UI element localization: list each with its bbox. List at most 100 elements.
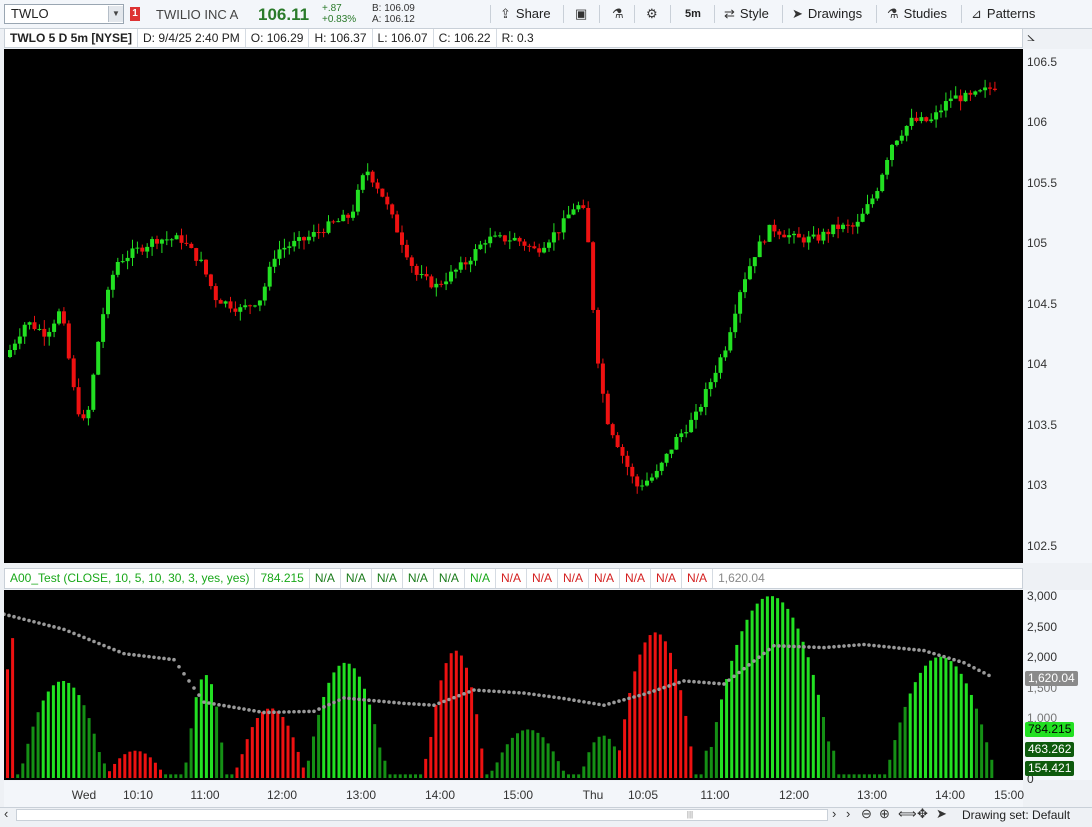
histogram-bar: [189, 728, 193, 778]
lab-button[interactable]: ⚗: [612, 0, 624, 28]
avg-dot: [242, 707, 246, 711]
share-button[interactable]: ⇪ Share: [500, 0, 551, 28]
avg-dot: [617, 699, 621, 703]
candle-body: [630, 466, 635, 477]
histogram-bar: [714, 722, 718, 778]
chart-symbol[interactable]: TWLO 5 D 5m [NYSE]: [5, 29, 139, 47]
time-tick: 10:05: [627, 788, 659, 802]
candle-body: [522, 241, 527, 246]
candle-body: [973, 91, 978, 95]
scroll-end-icon[interactable]: ›: [846, 806, 850, 821]
histogram-bar: [424, 758, 428, 778]
histogram-bar: [194, 697, 198, 778]
alert-badge[interactable]: 1: [130, 7, 140, 21]
mid-value-bubble: 463.262: [1025, 742, 1075, 757]
zoom-in-icon[interactable]: ⊕: [879, 806, 890, 822]
histogram-bar: [628, 692, 632, 778]
candle-body: [801, 237, 806, 243]
histogram-bar: [276, 711, 280, 778]
avg-dot: [902, 646, 906, 651]
histogram-bar: [291, 737, 295, 778]
histogram-bar: [954, 666, 958, 778]
share-label: Share: [515, 6, 551, 21]
histogram-bar: [862, 774, 866, 778]
histogram-bar: [918, 672, 922, 778]
histogram-bar: [556, 761, 560, 778]
avg-dot: [682, 679, 686, 683]
time-axis[interactable]: Wed 10:10 11:00 12:00 13:00 14:00 15:00 …: [4, 781, 1024, 807]
zoom-out-icon[interactable]: ⊖: [861, 806, 872, 822]
time-scrollbar[interactable]: [16, 809, 828, 821]
avg-dot: [297, 709, 301, 714]
settings-button[interactable]: ⚙: [646, 0, 658, 28]
candle-body: [517, 237, 522, 242]
scroll-left-icon[interactable]: ‹: [4, 806, 8, 821]
histogram-bar: [271, 708, 275, 778]
avg-dot: [157, 656, 161, 660]
symbol-input[interactable]: TWLO: [4, 4, 124, 24]
avg-dot: [457, 693, 461, 698]
pan-icon[interactable]: ✥: [917, 806, 928, 822]
avg-dot: [47, 623, 51, 628]
drawing-set-label[interactable]: Drawing set: Default: [962, 808, 1070, 822]
avg-dot: [892, 645, 896, 650]
avg-dot: [492, 689, 496, 694]
candle-body: [561, 218, 566, 233]
candle-body: [326, 221, 331, 233]
candle-body: [208, 274, 213, 287]
fit-icon[interactable]: ⟺: [898, 806, 917, 822]
candle-body: [336, 221, 341, 223]
candle-body: [463, 262, 468, 265]
scroll-thumb[interactable]: |||: [680, 811, 700, 819]
histogram-bar: [827, 741, 831, 778]
style-button[interactable]: ⇄ Style: [724, 0, 769, 28]
candle-body: [233, 308, 238, 312]
candle-body: [253, 305, 257, 307]
price-chart[interactable]: [4, 49, 1023, 563]
avg-dot: [742, 666, 746, 671]
avg-dot: [87, 637, 91, 642]
avg-dot: [832, 645, 836, 649]
study-axis[interactable]: 3,000 2,500 2,000 1,500 1,000 500 0 1,62…: [1023, 589, 1092, 786]
candle-body: [659, 462, 664, 471]
candle-body: [140, 247, 145, 252]
histogram-bar: [735, 644, 739, 778]
scroll-right-icon[interactable]: ›: [832, 806, 836, 821]
time-tick: 14:00: [424, 788, 456, 802]
avg-dot: [942, 654, 946, 659]
candle-body: [752, 257, 757, 267]
candle-body: [924, 117, 929, 122]
study-chart[interactable]: [2, 590, 1023, 780]
candle-body: [948, 98, 953, 102]
avg-dot: [472, 688, 476, 692]
avg-dot: [582, 700, 586, 704]
histogram-bar: [633, 671, 637, 778]
avg-dot: [632, 695, 636, 699]
histogram-bar: [745, 619, 749, 778]
histogram-bar: [638, 654, 642, 778]
snapshot-button[interactable]: ▣: [575, 0, 587, 28]
patterns-button[interactable]: ⊿ Patterns: [971, 0, 1035, 28]
histogram-bar: [240, 754, 244, 778]
timeframe-button[interactable]: 5m: [685, 0, 701, 28]
study-tick: 2,000: [1027, 650, 1058, 664]
avg-dot: [392, 700, 396, 705]
chart-settings-icon[interactable]: ⦣: [1027, 28, 1047, 46]
histogram-bar: [444, 663, 448, 778]
avg-dot: [267, 710, 271, 715]
net-change: +.87: [322, 3, 342, 14]
studies-button[interactable]: ⚗ Studies: [887, 0, 947, 28]
study-na: N/A: [620, 569, 652, 588]
avg-dot: [722, 682, 726, 686]
histogram-bar: [414, 774, 417, 778]
histogram-bar: [373, 724, 377, 778]
price-tick: 106.5: [1027, 55, 1058, 69]
drawings-button[interactable]: ➤ Drawings: [792, 0, 862, 28]
cursor-icon[interactable]: ➤: [936, 806, 947, 822]
study-name[interactable]: A00_Test (CLOSE, 10, 5, 10, 30, 3, yes, …: [5, 569, 256, 588]
bar-high: H: 106.37: [309, 29, 373, 47]
histogram-bar: [903, 706, 907, 778]
symbol-dropdown-icon[interactable]: ▼: [108, 6, 123, 22]
price-axis[interactable]: 106.5 106 105.5 105 104.5 104 103.5 103 …: [1023, 49, 1092, 563]
avg-dot: [337, 698, 341, 702]
